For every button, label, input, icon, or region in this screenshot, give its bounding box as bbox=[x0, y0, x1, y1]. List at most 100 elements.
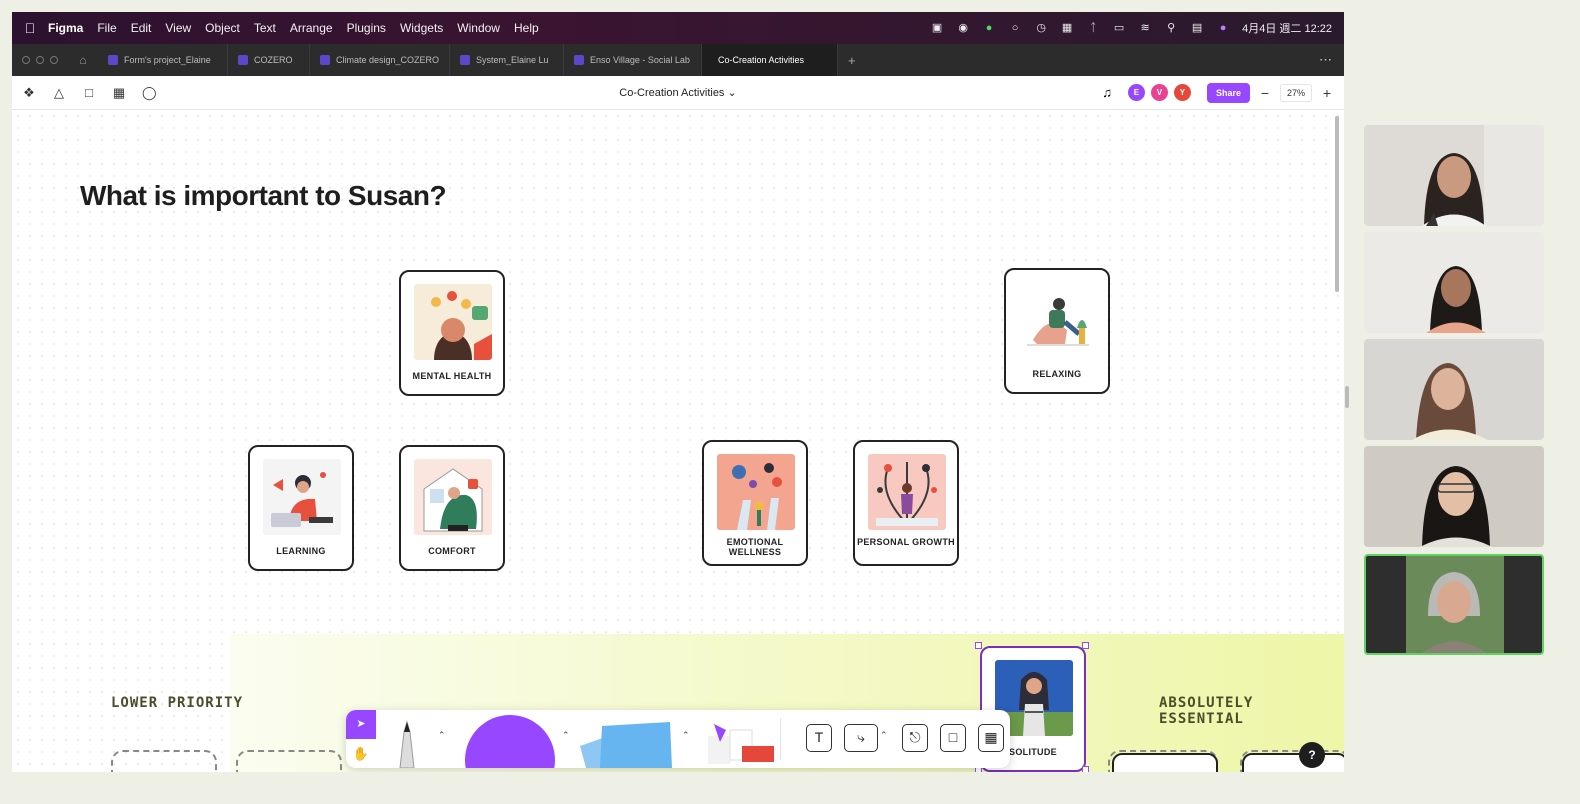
minimize-window-button[interactable] bbox=[36, 56, 44, 64]
card-relaxing[interactable]: RELAXING bbox=[1004, 268, 1110, 394]
chevron-down-icon[interactable]: ⌄ bbox=[728, 87, 737, 99]
time-machine-icon[interactable]: ◷ bbox=[1034, 22, 1048, 34]
battery-icon[interactable]: ▭ bbox=[1112, 22, 1126, 34]
headphones-icon[interactable]: ♫ bbox=[1102, 85, 1112, 100]
card-personal-growth[interactable]: PERSONAL GROWTH bbox=[853, 440, 959, 566]
menu-text[interactable]: Text bbox=[254, 21, 276, 35]
participant-video[interactable] bbox=[1364, 232, 1544, 333]
tab-forms-project[interactable]: Form's project_Elaine bbox=[98, 44, 228, 76]
participant-video[interactable] bbox=[1364, 125, 1544, 226]
card-partial[interactable] bbox=[1242, 753, 1344, 772]
card-mental-health[interactable]: MENTAL HEALTH bbox=[399, 270, 505, 396]
chevron-up-icon[interactable]: ⌃ bbox=[438, 730, 446, 741]
avatar-y[interactable]: Y bbox=[1173, 84, 1191, 101]
templates-icon[interactable]: ▦ bbox=[112, 85, 126, 100]
shapes-icon[interactable]: △ bbox=[52, 85, 66, 100]
selection-handle[interactable] bbox=[975, 642, 982, 649]
control-center-icon[interactable]: ▤ bbox=[1190, 22, 1204, 34]
chevron-up-icon[interactable]: ⌃ bbox=[880, 730, 888, 741]
text-tool-button[interactable]: T bbox=[806, 724, 832, 752]
zoom-in-button[interactable]: + bbox=[1318, 85, 1336, 101]
marker-tool-button[interactable] bbox=[392, 718, 422, 768]
menu-window[interactable]: Window bbox=[457, 21, 500, 35]
drop-slot[interactable] bbox=[111, 750, 217, 772]
tab-label: Climate design_COZERO bbox=[335, 55, 439, 65]
wechat-icon[interactable]: ○ bbox=[1008, 22, 1022, 34]
chevron-up-icon[interactable]: ⌃ bbox=[562, 730, 570, 741]
avatar-e[interactable]: E bbox=[1127, 84, 1145, 101]
clock[interactable]: 4月4日 週二 12:22 bbox=[1242, 20, 1332, 36]
panel-resize-handle[interactable] bbox=[1345, 386, 1349, 408]
apple-icon[interactable]:  bbox=[12, 20, 48, 36]
participant-video[interactable] bbox=[1364, 339, 1544, 440]
tab-system-elaine[interactable]: System_Elaine Lu bbox=[450, 44, 564, 76]
bluetooth-icon[interactable]: ᛏ bbox=[1086, 22, 1100, 34]
figma-window:  Figma File Edit View Object Text Arran… bbox=[12, 12, 1344, 772]
hand-tool-button[interactable]: ✋ bbox=[346, 739, 376, 768]
connector-tool-button[interactable]: ⤷ bbox=[844, 724, 878, 752]
menu-plugins[interactable]: Plugins bbox=[347, 21, 386, 35]
menu-help[interactable]: Help bbox=[514, 21, 539, 35]
chevron-up-icon[interactable]: ⌃ bbox=[682, 730, 690, 741]
participant-video-active-speaker[interactable] bbox=[1364, 554, 1544, 655]
new-tab-icon[interactable]: + bbox=[838, 53, 866, 68]
stamp-tool-button[interactable]: ⎋ bbox=[902, 724, 928, 752]
help-button[interactable]: ? bbox=[1299, 742, 1325, 768]
table-tool-button[interactable]: ▦ bbox=[978, 724, 1004, 752]
input-method-icon[interactable]: ▦ bbox=[1060, 22, 1074, 34]
lower-priority-label: LOWER PRIORITY bbox=[111, 695, 244, 711]
card-label: PERSONAL GROWTH bbox=[857, 537, 955, 547]
card-emotional-wellness[interactable]: EMOTIONAL WELLNESS bbox=[702, 440, 808, 566]
tab-label: COZERO bbox=[254, 55, 293, 65]
home-icon[interactable]: ⌂ bbox=[68, 53, 98, 67]
tab-label: Enso Village - Social Lab bbox=[590, 55, 690, 65]
menu-object[interactable]: Object bbox=[205, 21, 240, 35]
tab-co-creation-activities[interactable]: Co-Creation Activities bbox=[702, 44, 838, 76]
menu-file[interactable]: File bbox=[97, 21, 116, 35]
canvas[interactable]: What is important to Susan? MENTAL HEALT… bbox=[12, 110, 1344, 772]
comment-icon[interactable]: ◯ bbox=[142, 85, 157, 100]
wifi-icon[interactable]: ≋ bbox=[1138, 22, 1152, 34]
dock-divider bbox=[780, 718, 781, 760]
participant-person-icon bbox=[1364, 125, 1544, 226]
more-icon[interactable]: ⋯ bbox=[1319, 52, 1344, 68]
tab-cozero[interactable]: COZERO bbox=[228, 44, 310, 76]
tool-dock: ➤ ✋ ⌃ ⌃ ⌃ T ⤷ ⌃ ⎋ □ ▦ bbox=[346, 710, 1010, 768]
card-learning[interactable]: LEARNING bbox=[248, 445, 354, 571]
figma-tray-icon[interactable]: ▣ bbox=[930, 22, 944, 34]
selection-handle[interactable] bbox=[1082, 642, 1089, 649]
resources-icon[interactable]: □ bbox=[82, 85, 96, 100]
section-tool-button[interactable]: □ bbox=[940, 724, 966, 752]
siri-icon[interactable]: ● bbox=[1216, 22, 1230, 34]
avatar-v[interactable]: V bbox=[1150, 84, 1168, 101]
search-icon[interactable]: ⚲ bbox=[1164, 22, 1178, 34]
zoom-out-button[interactable]: − bbox=[1256, 85, 1274, 101]
line-icon[interactable]: ● bbox=[982, 22, 996, 34]
figma-file-icon bbox=[108, 55, 118, 65]
drop-slot[interactable] bbox=[236, 750, 342, 772]
main-menu-icon[interactable]: ❖ bbox=[22, 85, 36, 100]
stamp-stickers-button[interactable] bbox=[706, 720, 778, 766]
menu-arrange[interactable]: Arrange bbox=[290, 21, 333, 35]
tab-enso-village[interactable]: Enso Village - Social Lab bbox=[564, 44, 702, 76]
card-comfort[interactable]: COMFORT bbox=[399, 445, 505, 571]
menu-app-name[interactable]: Figma bbox=[48, 21, 83, 35]
share-button[interactable]: Share bbox=[1206, 82, 1250, 103]
vertical-scrollbar[interactable] bbox=[1335, 116, 1339, 292]
creative-cloud-icon[interactable]: ◉ bbox=[956, 22, 970, 34]
menu-widgets[interactable]: Widgets bbox=[400, 21, 443, 35]
participant-video[interactable] bbox=[1364, 446, 1544, 547]
shape-tool-button[interactable] bbox=[464, 714, 556, 768]
selection-handle[interactable] bbox=[1082, 766, 1089, 772]
zoom-level[interactable]: 27% bbox=[1279, 83, 1312, 102]
menu-view[interactable]: View bbox=[165, 21, 191, 35]
tab-climate-design[interactable]: Climate design_COZERO bbox=[310, 44, 450, 76]
mac-menu-bar:  Figma File Edit View Object Text Arran… bbox=[12, 12, 1344, 44]
card-partial[interactable] bbox=[1112, 753, 1218, 772]
close-window-button[interactable] bbox=[22, 56, 30, 64]
file-title[interactable]: Co-Creation Activities bbox=[619, 87, 724, 99]
zoom-window-button[interactable] bbox=[50, 56, 58, 64]
move-tool-button[interactable]: ➤ bbox=[346, 710, 376, 739]
sticky-note-tool-button[interactable] bbox=[574, 716, 678, 768]
menu-edit[interactable]: Edit bbox=[131, 21, 152, 35]
